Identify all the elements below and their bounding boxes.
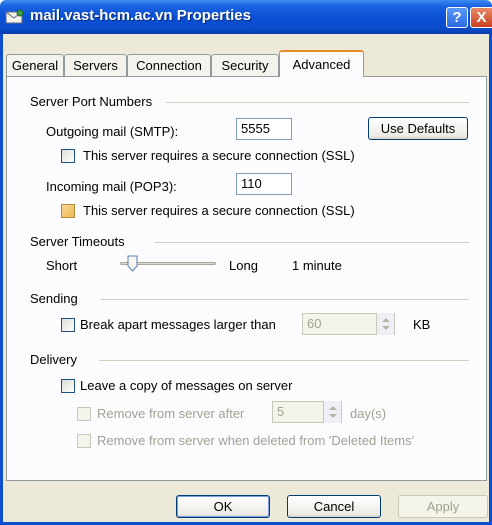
ok-button[interactable]: OK — [176, 495, 270, 518]
incoming-port-label: Incoming mail (POP3): — [46, 179, 177, 194]
leave-copy-label: Leave a copy of messages on server — [80, 378, 293, 393]
divider — [155, 242, 469, 243]
spin-arrows-icon — [328, 406, 337, 418]
message-size-unit: KB — [413, 317, 431, 332]
divider — [99, 360, 469, 361]
properties-dialog: mail.vast-hcm.ac.vn Properties ? X Gener… — [0, 0, 492, 525]
server-ports-heading: Server Port Numbers — [30, 94, 153, 109]
sending-heading: Sending — [30, 291, 78, 306]
delivery-heading: Delivery — [30, 352, 77, 367]
server-timeouts-heading: Server Timeouts — [30, 234, 125, 249]
timeout-short-label: Short — [46, 258, 78, 273]
remove-after-checkbox[interactable] — [77, 407, 91, 421]
timeout-long-label: Long — [229, 258, 258, 273]
break-apart-checkbox[interactable] — [61, 318, 75, 332]
outgoing-port-input[interactable]: 5555 — [236, 118, 292, 140]
incoming-port-input[interactable]: 110 — [236, 173, 292, 195]
pop3-ssl-label: This server requires a secure connection… — [83, 203, 355, 218]
remove-days-unit: day(s) — [350, 406, 387, 421]
pop3-ssl-checkbox[interactable] — [61, 204, 75, 218]
remove-after-label: Remove from server after — [97, 406, 245, 421]
cancel-button[interactable]: Cancel — [287, 495, 381, 518]
smtp-ssl-label: This server requires a secure connection… — [83, 148, 355, 163]
remove-days-stepper[interactable] — [323, 401, 341, 423]
outgoing-port-label: Outgoing mail (SMTP): — [46, 124, 179, 139]
timeout-slider-thumb[interactable] — [127, 255, 138, 272]
panel-content: Server Port Numbers Outgoing mail (SMTP)… — [0, 0, 492, 525]
remove-deleted-checkbox[interactable] — [77, 434, 91, 448]
spin-arrows-icon — [381, 318, 390, 330]
timeout-value: 1 minute — [292, 258, 342, 273]
leave-copy-checkbox[interactable] — [61, 379, 75, 393]
break-apart-label: Break apart messages larger than — [80, 317, 276, 332]
message-size-stepper[interactable] — [376, 313, 394, 335]
remove-deleted-label: Remove from server when deleted from 'De… — [97, 433, 415, 448]
divider — [166, 102, 469, 103]
use-defaults-button[interactable]: Use Defaults — [368, 117, 468, 140]
apply-button[interactable]: Apply — [398, 495, 488, 518]
smtp-ssl-checkbox[interactable] — [61, 149, 75, 163]
divider — [101, 299, 469, 300]
